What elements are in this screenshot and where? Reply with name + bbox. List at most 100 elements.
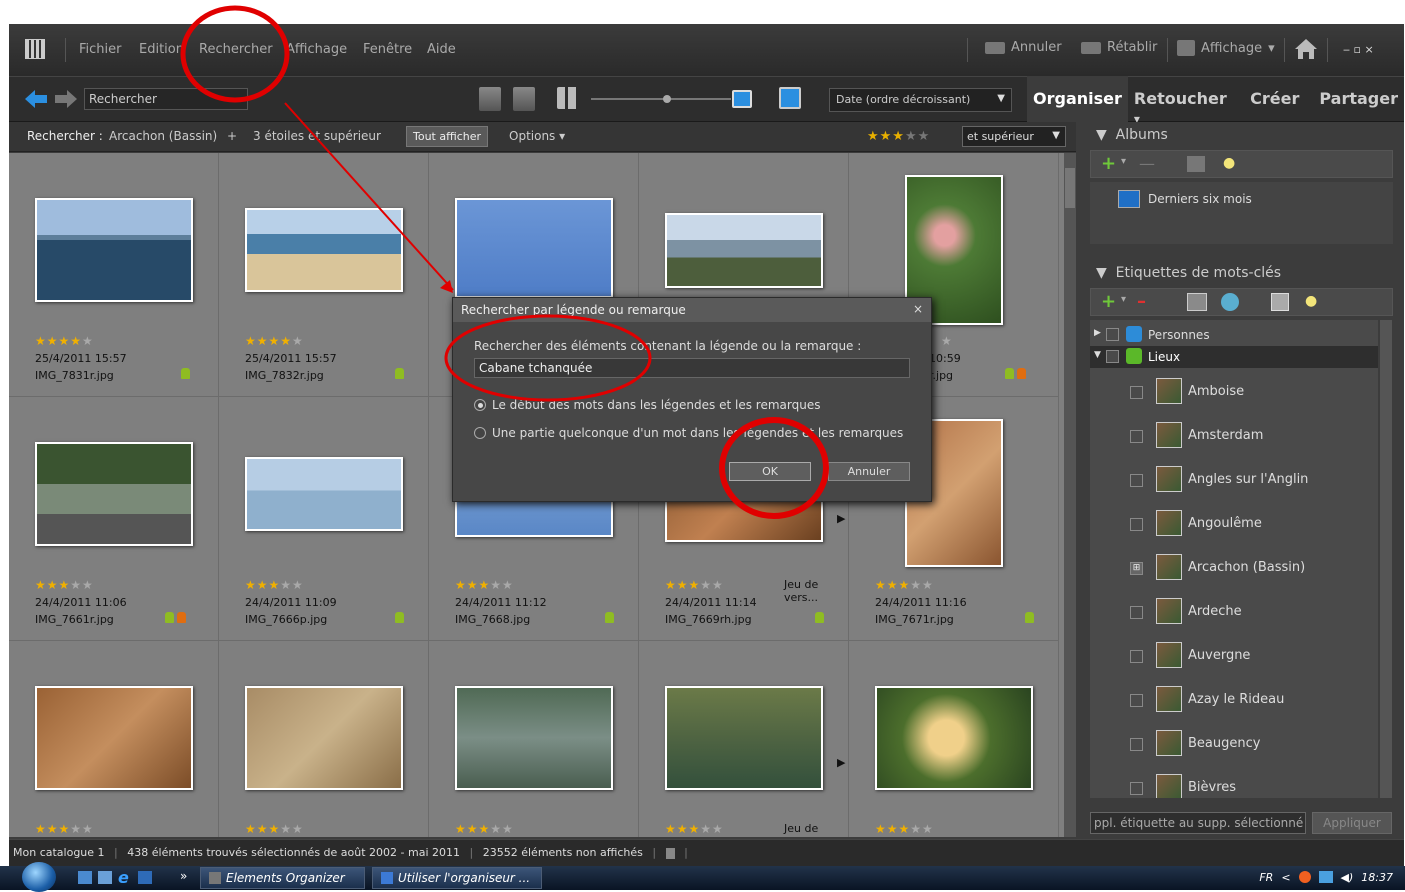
photo-thumbnail[interactable]: [245, 457, 403, 531]
tab-organiser[interactable]: Organiser: [1027, 76, 1128, 122]
keyword-item[interactable]: Amsterdam: [1090, 414, 1378, 458]
rotate-left-icon[interactable]: [479, 87, 501, 111]
show-all-button[interactable]: Tout afficher: [406, 126, 489, 147]
photo-cell[interactable]: ★★★★★: [849, 641, 1059, 837]
volume-icon[interactable]: ◀): [1341, 871, 1354, 884]
keyword-item[interactable]: Amboise: [1090, 370, 1378, 414]
media-player-icon[interactable]: [138, 871, 152, 884]
checkbox[interactable]: [1130, 518, 1143, 531]
photo-thumbnail[interactable]: [665, 686, 823, 790]
photo-cell[interactable]: ★★★★★ 25/4/2011 15:57 IMG_7832r.jpg: [219, 153, 429, 397]
photo-thumbnail[interactable]: [665, 213, 823, 288]
tab-creer[interactable]: Créer: [1236, 76, 1305, 122]
rating-filter-stars[interactable]: ★★★★★: [867, 129, 930, 144]
menu-edition[interactable]: Edition: [139, 42, 184, 57]
view-menu-button[interactable]: Affichage ▾: [1177, 40, 1275, 56]
keywords-scrollbar[interactable]: [1380, 320, 1392, 798]
keyword-item[interactable]: Azay le Rideau: [1090, 678, 1378, 722]
globe-icon[interactable]: [1221, 293, 1239, 311]
home-icon[interactable]: [1293, 37, 1319, 61]
keyword-item[interactable]: Beaugency: [1090, 722, 1378, 766]
back-arrow-icon[interactable]: [25, 89, 47, 109]
checkbox[interactable]: [1130, 650, 1143, 663]
keyword-item[interactable]: Auvergne: [1090, 634, 1378, 678]
radio-word-start[interactable]: Le début des mots dans les légendes et l…: [474, 398, 820, 412]
menu-aide[interactable]: Aide: [427, 42, 456, 57]
photo-cell[interactable]: ★★★★★: [429, 641, 639, 837]
keyword-item[interactable]: Angoulême: [1090, 502, 1378, 546]
menu-fenetre[interactable]: Fenêtre: [363, 42, 412, 57]
radio-dot[interactable]: [474, 427, 486, 439]
photo-cell[interactable]: ★★★★★: [219, 641, 429, 837]
search-input[interactable]: Rechercher: [84, 88, 248, 110]
thumbnail-size-slider[interactable]: [591, 95, 731, 103]
chevron-down-icon[interactable]: ▾: [1121, 294, 1126, 305]
edit-album-icon[interactable]: [1187, 156, 1205, 172]
cancel-button[interactable]: Annuler: [828, 462, 910, 481]
photo-cell[interactable]: ★★★★★ 24/4/2011 11:09 IMG_7666p.jpg: [219, 397, 429, 641]
keyword-category-places[interactable]: ▼ Lieux: [1090, 346, 1378, 368]
undo-button[interactable]: Annuler: [985, 40, 1062, 55]
edit-keyword-icon[interactable]: [1187, 293, 1207, 311]
expand-arrow-icon[interactable]: ▶: [1094, 328, 1101, 338]
keyword-item[interactable]: Angles sur l'Anglin: [1090, 458, 1378, 502]
radio-dot[interactable]: [474, 399, 486, 411]
checkbox[interactable]: [1130, 694, 1143, 707]
lock-icon[interactable]: [665, 847, 675, 859]
keywords-header[interactable]: ▼ Etiquettes de mots-clés: [1086, 260, 1404, 286]
photo-thumbnail[interactable]: [35, 442, 193, 546]
checkbox[interactable]: [1130, 738, 1143, 751]
rating-filter-select[interactable]: et supérieur ▼: [962, 126, 1066, 147]
window-controls[interactable]: ‒ ▫ ×: [1343, 43, 1374, 56]
options-menu[interactable]: Options ▾: [509, 129, 565, 143]
photo-thumbnail[interactable]: [35, 198, 193, 302]
albums-header[interactable]: ▼ Albums: [1086, 122, 1404, 148]
close-icon[interactable]: ×: [913, 302, 923, 316]
photo-cell[interactable]: ★★★★★: [9, 641, 219, 837]
checkbox[interactable]: [1130, 430, 1143, 443]
checkbox[interactable]: [1106, 328, 1119, 341]
ok-button[interactable]: OK: [729, 462, 811, 481]
checkbox[interactable]: [1130, 782, 1143, 795]
photo-thumbnail[interactable]: [455, 686, 613, 790]
rotate-right-icon[interactable]: [513, 87, 535, 111]
tab-retoucher[interactable]: Retoucher ▾: [1128, 76, 1236, 126]
add-album-icon[interactable]: +: [1101, 153, 1116, 174]
tab-partager[interactable]: Partager: [1305, 76, 1404, 122]
remove-album-icon[interactable]: —: [1139, 154, 1155, 173]
photo-thumbnail[interactable]: [245, 208, 403, 292]
keyword-apply-field[interactable]: ppl. étiquette au supp. sélectionné: [1090, 812, 1306, 834]
browser-icon[interactable]: e: [118, 868, 129, 887]
scrollbar-thumb[interactable]: [1065, 168, 1075, 208]
keyword-item[interactable]: Ardeche: [1090, 590, 1378, 634]
search-checkbox[interactable]: ⊞: [1130, 562, 1143, 575]
album-item[interactable]: Derniers six mois: [1118, 190, 1252, 208]
remove-keyword-icon[interactable]: –: [1137, 291, 1146, 312]
play-icon[interactable]: ▶: [837, 512, 845, 525]
photo-cell[interactable]: ★★★★★ 25/4/2011 15:57 IMG_7831r.jpg: [9, 153, 219, 397]
photo-cell[interactable]: ★★★★★ 24/4/2011 11:06 IMG_7661r.jpg: [9, 397, 219, 641]
photo-cell[interactable]: ▶ ★★★★★ Jeu de vers...: [639, 641, 849, 837]
add-keyword-icon[interactable]: +: [1101, 291, 1116, 312]
keyword-category-people[interactable]: ▶ Personnes: [1090, 324, 1378, 346]
grid-scrollbar[interactable]: [1064, 153, 1076, 837]
network-icon[interactable]: [1318, 871, 1333, 883]
task-word-document[interactable]: Utiliser l'organiseur ...: [372, 867, 542, 889]
language-indicator[interactable]: FR: [1259, 871, 1273, 884]
checkbox[interactable]: [1130, 606, 1143, 619]
task-elements-organizer[interactable]: Elements Organizer: [200, 867, 365, 889]
keyword-item[interactable]: ⊞ Arcachon (Bassin): [1090, 546, 1378, 590]
photo-thumbnail[interactable]: [455, 198, 613, 298]
play-icon[interactable]: ▶: [837, 756, 845, 769]
slider-knob[interactable]: [663, 95, 671, 103]
collapse-arrow-icon[interactable]: ▼: [1094, 350, 1101, 360]
redo-button[interactable]: Rétablir: [1081, 40, 1157, 55]
photo-thumbnail[interactable]: [245, 686, 403, 790]
show-desktop-icon[interactable]: [78, 871, 92, 884]
checkbox[interactable]: [1130, 474, 1143, 487]
caption-search-input[interactable]: Cabane tchanquée: [474, 358, 910, 378]
forward-arrow-icon[interactable]: [55, 89, 77, 109]
radio-word-part[interactable]: Une partie quelconque d'un mot dans les …: [474, 426, 903, 440]
menu-rechercher[interactable]: Rechercher: [199, 42, 273, 57]
checkbox[interactable]: [1130, 386, 1143, 399]
